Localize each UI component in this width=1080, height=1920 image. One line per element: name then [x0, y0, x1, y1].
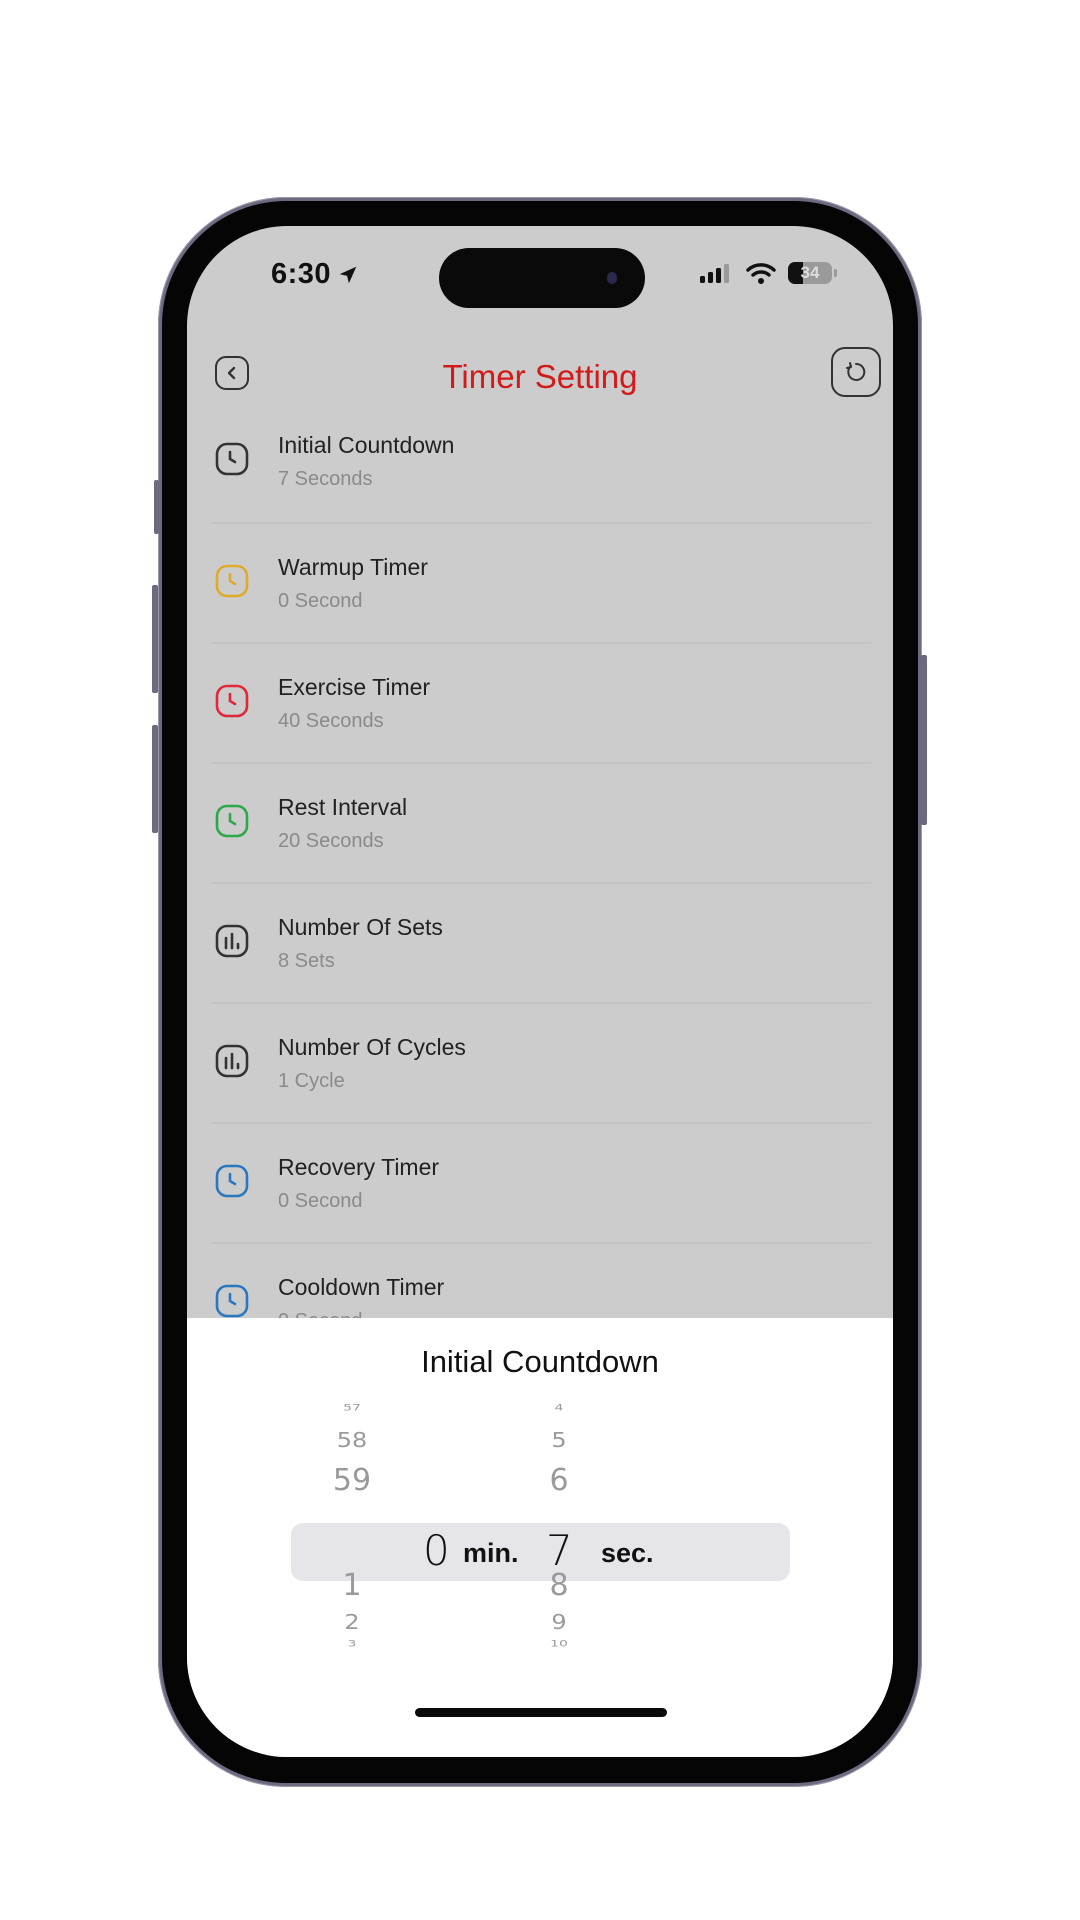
bar-chart-icon [215, 924, 249, 958]
minutes-option[interactable]: 57 [292, 1403, 412, 1413]
setting-value: 0 Second [278, 590, 363, 612]
time-text: 6:30 [271, 258, 332, 290]
setting-row-warmup-timer[interactable]: Warmup Timer 0 Second [211, 522, 871, 642]
clock-icon [215, 804, 249, 838]
front-camera [607, 272, 617, 284]
clock-icon [215, 804, 249, 838]
clock-icon [215, 1164, 249, 1198]
battery-indicator: 34 [788, 262, 832, 284]
seconds-option[interactable]: 4 [519, 1403, 599, 1413]
home-indicator[interactable] [415, 1708, 667, 1717]
minutes-unit: min. [463, 1538, 519, 1568]
seconds-option[interactable]: 9 [519, 1610, 599, 1634]
setting-value: 40 Seconds [278, 710, 384, 732]
bar-chart-icon [215, 1044, 249, 1078]
reset-icon [846, 362, 866, 381]
setting-row-number-of-cycles[interactable]: Number Of Cycles 1 Cycle [211, 1002, 871, 1122]
minutes-wheel[interactable]: 57 58 59 1 2 3 [292, 1318, 412, 1757]
setting-row-initial-countdown[interactable]: Initial Countdown 7 Seconds [211, 402, 871, 522]
setting-label: Cooldown Timer [278, 1274, 445, 1300]
setting-row-recovery-timer[interactable]: Recovery Timer 0 Second [211, 1122, 871, 1242]
setting-label: Initial Countdown [278, 432, 455, 458]
battery-tip [834, 269, 837, 277]
setting-row-rest-interval[interactable]: Rest Interval 20 Seconds [211, 762, 871, 882]
minutes-option[interactable]: 2 [292, 1610, 412, 1634]
seconds-option[interactable]: 5 [519, 1428, 599, 1452]
clock-icon [215, 564, 249, 598]
seconds-option[interactable]: 6 [519, 1463, 599, 1498]
battery-percent: 34 [800, 263, 820, 282]
dynamic-island [439, 248, 645, 308]
setting-row-number-of-sets[interactable]: Number Of Sets 8 Sets [211, 882, 871, 1002]
page-title: Timer Setting [442, 358, 638, 395]
minutes-option[interactable]: 3 [292, 1639, 412, 1649]
setting-value: 7 Seconds [278, 468, 373, 490]
reset-button[interactable] [831, 347, 881, 397]
clock-icon [215, 1284, 249, 1318]
bar-chart-icon [215, 1044, 249, 1078]
cellular-signal-icon [700, 264, 729, 283]
setting-label: Exercise Timer [278, 674, 431, 700]
setting-label: Recovery Timer [278, 1154, 440, 1180]
clock-icon [215, 1164, 249, 1198]
picker-sheet: Initial Countdown 57 58 59 1 2 3 0 min. … [187, 1318, 893, 1757]
minutes-selected[interactable]: 0 [423, 1526, 450, 1575]
minutes-option[interactable]: 58 [292, 1428, 412, 1452]
status-time: 6:30 [271, 258, 359, 291]
phone-screen: 6:30 34 Timer Setting Initial Countdown … [187, 226, 893, 1757]
settings-list: Initial Countdown 7 Seconds Warmup Timer 0 … [211, 402, 871, 1362]
seconds-option[interactable]: 10 [519, 1639, 599, 1649]
volume-down-button [152, 725, 158, 833]
seconds-selected[interactable]: 7 [546, 1526, 573, 1575]
wifi-icon [746, 263, 776, 284]
seconds-unit: sec. [601, 1538, 654, 1568]
clock-icon [215, 442, 249, 476]
action-button [154, 480, 159, 534]
setting-row-exercise-timer[interactable]: Exercise Timer 40 Seconds [211, 642, 871, 762]
setting-value: 8 Sets [278, 950, 335, 972]
power-button [921, 655, 927, 825]
setting-value: 0 Second [278, 1190, 363, 1212]
setting-label: Number Of Sets [278, 914, 443, 940]
status-bar: 6:30 34 [187, 226, 893, 336]
clock-icon [215, 684, 249, 718]
clock-icon [215, 564, 249, 598]
status-icons: 34 [700, 262, 837, 284]
setting-value: 1 Cycle [278, 1070, 345, 1092]
clock-icon [215, 1284, 249, 1318]
clock-icon [215, 684, 249, 718]
setting-value: 20 Seconds [278, 830, 384, 852]
minutes-option[interactable]: 1 [292, 1568, 412, 1603]
setting-label: Warmup Timer [278, 554, 428, 580]
clock-icon [215, 442, 249, 476]
setting-label: Rest Interval [278, 794, 408, 820]
minutes-option[interactable]: 59 [292, 1463, 412, 1498]
bar-chart-icon [215, 924, 249, 958]
volume-up-button [152, 585, 158, 693]
setting-label: Number Of Cycles [278, 1034, 466, 1060]
location-arrow-icon [339, 266, 357, 283]
